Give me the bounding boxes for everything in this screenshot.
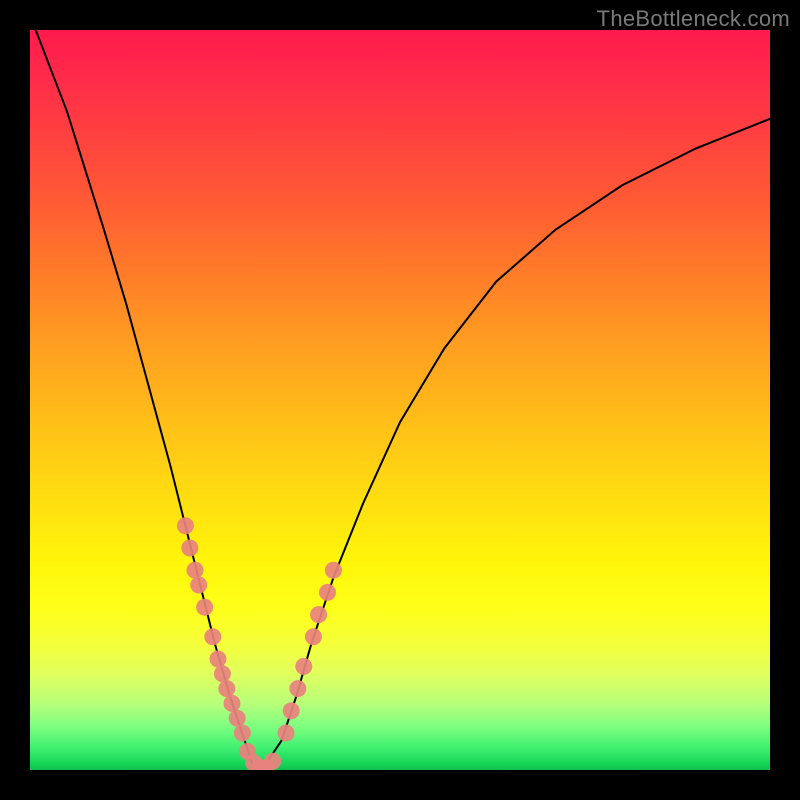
plot-area xyxy=(30,30,770,770)
data-marker xyxy=(214,665,231,682)
data-marker xyxy=(305,628,322,645)
data-marker xyxy=(264,753,281,770)
data-marker xyxy=(218,680,235,697)
data-marker xyxy=(181,540,198,557)
data-marker xyxy=(196,599,213,616)
data-marker xyxy=(289,680,306,697)
data-markers xyxy=(177,517,342,770)
data-marker xyxy=(295,658,312,675)
data-marker xyxy=(229,710,246,727)
data-marker xyxy=(283,702,300,719)
data-marker xyxy=(319,584,336,601)
data-marker xyxy=(177,517,194,534)
watermark-text: TheBottleneck.com xyxy=(597,6,790,32)
data-marker xyxy=(187,562,204,579)
data-marker xyxy=(204,628,221,645)
chart-container: TheBottleneck.com xyxy=(0,0,800,800)
data-marker xyxy=(278,725,295,742)
chart-svg xyxy=(30,30,770,770)
data-marker xyxy=(224,695,241,712)
bottleneck-curve xyxy=(30,30,770,770)
data-marker xyxy=(209,651,226,668)
data-marker xyxy=(190,577,207,594)
data-marker xyxy=(234,725,251,742)
curve-path xyxy=(30,30,770,770)
data-marker xyxy=(310,606,327,623)
data-marker xyxy=(325,562,342,579)
